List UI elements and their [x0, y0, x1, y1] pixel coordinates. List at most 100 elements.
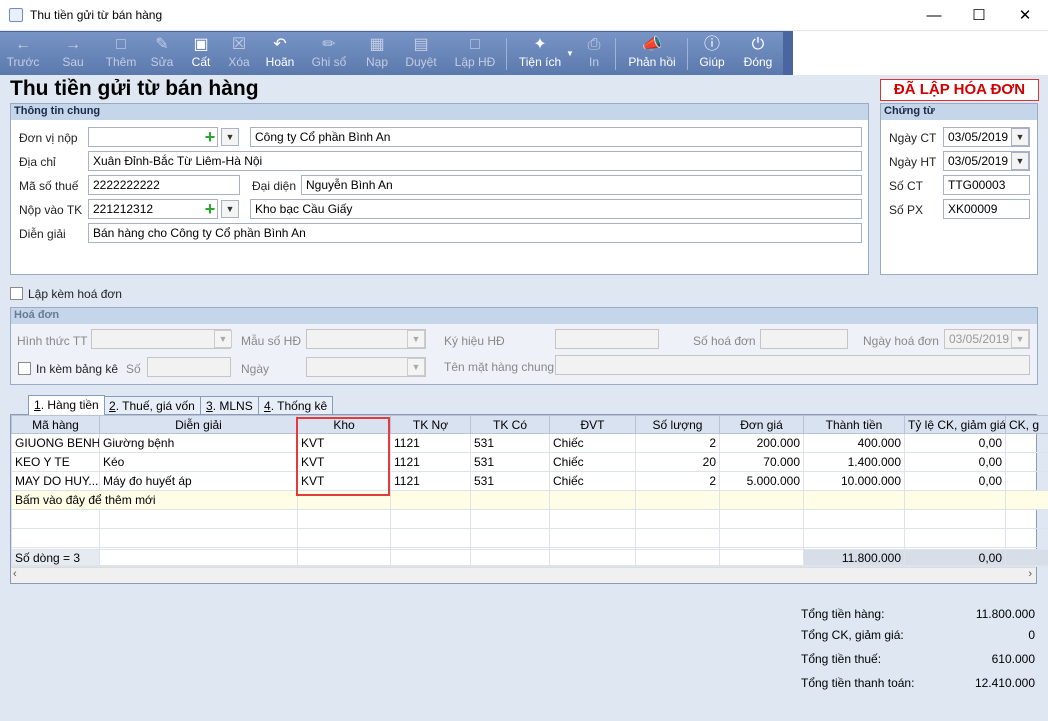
cell-amount[interactable]: 400.000	[803, 433, 905, 453]
date-ht-dropdown-icon[interactable]: ▼	[1011, 152, 1029, 170]
bank-name-input[interactable]: Kho bạc Cầu Giấy	[250, 199, 862, 219]
column-header[interactable]: TK Nợ	[390, 415, 471, 434]
add-button[interactable]: □ Thêm	[103, 32, 139, 76]
table-row[interactable]: GIUONG BENH Giường bệnh KVT 1121 531 Chi…	[11, 433, 1048, 453]
address-input[interactable]: Xuân Đỉnh-Bắc Từ Liêm-Hà Nội	[88, 151, 862, 171]
column-header[interactable]: Tỷ lệ CK, giảm giá	[904, 415, 1006, 434]
cell-amount[interactable]: 1.400.000	[803, 452, 905, 472]
invoice-number-input[interactable]	[760, 329, 848, 349]
cell-code[interactable]: MAY DO HUY...	[11, 471, 100, 491]
add-payer-icon[interactable]: +	[202, 128, 218, 146]
cell-credit-account[interactable]: 531	[470, 452, 550, 472]
cell-discount-rate[interactable]: 0,00	[904, 433, 1006, 453]
attach-invoice-checkbox[interactable]	[10, 287, 23, 300]
pay-method-dropdown-icon[interactable]: ▼	[214, 330, 232, 348]
cell-credit-account[interactable]: 531	[470, 471, 550, 491]
table-row[interactable]: MAY DO HUY... Máy đo huyết áp KVT 1121 5…	[11, 471, 1048, 491]
account-input[interactable]: 221212312	[88, 199, 218, 219]
next-button[interactable]: → Sau	[54, 32, 92, 76]
print-list-checkbox[interactable]	[18, 362, 31, 375]
tab-tax-cost[interactable]: 2. Thuế, giá vốn	[103, 396, 201, 415]
cell-discount-rate[interactable]: 0,00	[904, 471, 1006, 491]
cell-unit[interactable]: Chiếc	[549, 471, 636, 491]
cell-debit-account[interactable]: 1121	[390, 452, 471, 472]
column-header[interactable]: Mã hàng	[11, 415, 100, 434]
cell-desc[interactable]: Giường bệnh	[99, 433, 298, 453]
payer-dropdown-icon[interactable]: ▼	[221, 128, 239, 146]
tab-statistics[interactable]: 4. Thống kê	[258, 396, 334, 415]
minimize-icon[interactable]: —	[911, 0, 957, 31]
list-date-dropdown-icon[interactable]: ▼	[407, 358, 425, 376]
cell-unit[interactable]: Chiếc	[549, 433, 636, 453]
post-button[interactable]: ✏ Ghi sổ	[309, 32, 349, 76]
cell-price[interactable]: 5.000.000	[719, 471, 804, 491]
payer-name-input[interactable]: Công ty Cổ phần Bình An	[250, 127, 862, 147]
cell-discount[interactable]	[1005, 452, 1048, 472]
account-dropdown-icon[interactable]: ▼	[221, 200, 239, 218]
close-button[interactable]: ⏻ Đóng	[740, 32, 776, 76]
cell-debit-account[interactable]: 1121	[390, 433, 471, 453]
cell-unit[interactable]: Chiếc	[549, 452, 636, 472]
create-invoice-button[interactable]: □ Lập HĐ	[452, 32, 498, 76]
cell-discount[interactable]	[1005, 471, 1048, 491]
horizontal-scrollbar[interactable]: ‹ ›	[11, 567, 1036, 583]
cell-discount-rate[interactable]: 0,00	[904, 452, 1006, 472]
cell-price[interactable]: 200.000	[719, 433, 804, 453]
cell-desc[interactable]: Kéo	[99, 452, 298, 472]
load-button[interactable]: ▦ Nạp	[362, 32, 392, 76]
add-account-icon[interactable]: +	[202, 200, 218, 218]
column-header[interactable]: TK Có	[470, 415, 550, 434]
representative-input[interactable]: Nguyễn Bình An	[301, 175, 862, 195]
invoice-date-dropdown-icon[interactable]: ▼	[1011, 330, 1029, 348]
save-button[interactable]: ▣ Cất	[186, 32, 216, 76]
list-number-input[interactable]	[147, 357, 231, 377]
tab-mlns[interactable]: 3. MLNS	[200, 396, 259, 415]
column-header[interactable]: Diễn giải	[99, 415, 298, 434]
export-number-input[interactable]: XK00009	[943, 199, 1030, 219]
toolbar-overflow-icon[interactable]	[783, 31, 793, 75]
cell-amount[interactable]: 10.000.000	[803, 471, 905, 491]
column-header[interactable]: CK, g	[1005, 415, 1048, 434]
feedback-button[interactable]: 📣 Phản hồi	[626, 32, 678, 76]
payer-code-input[interactable]	[88, 127, 218, 147]
delete-button[interactable]: ☒ Xóa	[224, 32, 254, 76]
table-row[interactable]: KEO Y TE Kéo KVT 1121 531 Chiếc 20 70.00…	[11, 452, 1048, 472]
pay-method-select[interactable]	[91, 329, 231, 349]
utilities-dropdown-icon[interactable]: ▼	[566, 32, 574, 76]
add-new-row[interactable]: Bấm vào đây để thêm mới	[11, 490, 1048, 510]
template-dropdown-icon[interactable]: ▼	[407, 330, 425, 348]
column-header[interactable]: Số lượng	[635, 415, 720, 434]
cell-code[interactable]: KEO Y TE	[11, 452, 100, 472]
date-ct-dropdown-icon[interactable]: ▼	[1011, 128, 1029, 146]
cell-quantity[interactable]: 2	[635, 433, 720, 453]
cell-quantity[interactable]: 20	[635, 452, 720, 472]
cell-credit-account[interactable]: 531	[470, 433, 550, 453]
maximize-icon[interactable]: ☐	[956, 0, 1002, 31]
tax-code-input[interactable]: 2222222222	[88, 175, 240, 195]
scroll-right-icon[interactable]: ›	[1028, 568, 1032, 580]
cell-price[interactable]: 70.000	[719, 452, 804, 472]
add-new-hint[interactable]: Bấm vào đây để thêm mới	[11, 490, 298, 510]
voucher-number-input[interactable]: TTG00003	[943, 175, 1030, 195]
utilities-button[interactable]: ✦ Tiện ích	[515, 32, 565, 76]
column-header[interactable]: Đơn giá	[719, 415, 804, 434]
column-header[interactable]: ĐVT	[549, 415, 636, 434]
cell-quantity[interactable]: 2	[635, 471, 720, 491]
cell-discount[interactable]	[1005, 433, 1048, 453]
approve-button[interactable]: ▤ Duyệt	[402, 32, 440, 76]
tab-goods-money[interactable]: 1. Hàng tiền	[28, 395, 105, 415]
symbol-input[interactable]	[555, 329, 659, 349]
undo-button[interactable]: ↶ Hoãn	[262, 32, 298, 76]
scroll-left-icon[interactable]: ‹	[13, 568, 17, 580]
help-button[interactable]: ⓘ Giúp	[696, 32, 728, 76]
description-input[interactable]: Bán hàng cho Công ty Cổ phần Bình An	[88, 223, 862, 243]
cell-debit-account[interactable]: 1121	[390, 471, 471, 491]
common-name-input[interactable]	[555, 355, 1030, 375]
column-header[interactable]: Thành tiền	[803, 415, 905, 434]
print-button[interactable]: ⎙ In	[582, 32, 606, 76]
edit-button[interactable]: ✎ Sửa	[147, 32, 177, 76]
back-button[interactable]: ← Trước	[4, 32, 42, 76]
cell-code[interactable]: GIUONG BENH	[11, 433, 100, 453]
cell-desc[interactable]: Máy đo huyết áp	[99, 471, 298, 491]
close-window-icon[interactable]: ✕	[1002, 0, 1048, 31]
